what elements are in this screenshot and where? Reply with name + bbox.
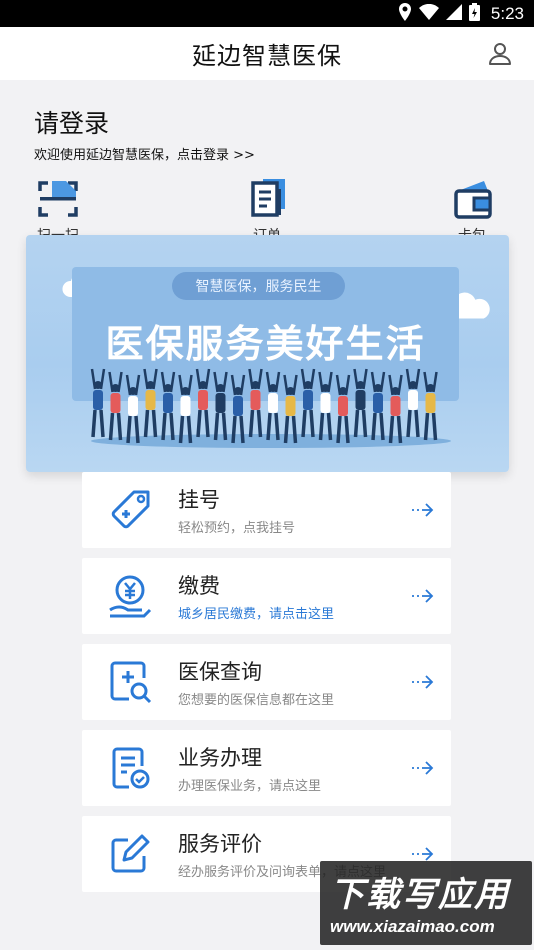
person-figure xyxy=(283,374,298,444)
banner-tag: 智慧医保，服务民生 xyxy=(172,272,345,300)
login-subtitle[interactable]: 欢迎使用延边智慧医保，点击登录 >> xyxy=(34,144,255,163)
wifi-icon xyxy=(418,3,439,24)
menu-card-subtitle: 城乡居民缴费，请点击这里 xyxy=(178,607,335,622)
person-figure xyxy=(178,374,193,444)
person-figure xyxy=(265,371,281,441)
arrow-right-icon xyxy=(411,584,435,608)
scan-icon xyxy=(36,177,80,221)
menu-card-payment[interactable]: 缴费 城乡居民缴费，请点击这里 xyxy=(82,558,451,634)
wallet-icon xyxy=(450,177,494,221)
order-icon xyxy=(245,177,289,221)
tag-icon xyxy=(106,486,154,534)
person-figure xyxy=(195,368,211,438)
person-figure xyxy=(248,368,263,438)
login-section[interactable]: 请登录 欢迎使用延边智慧医保，点击登录 >> xyxy=(34,104,255,163)
menu-card-title: 服务评价 xyxy=(178,832,262,856)
quick-action-scan[interactable]: 扫一扫 xyxy=(28,177,88,244)
menu-card-insurance-query[interactable]: 医保查询 您想要的医保信息都在这里 xyxy=(82,644,451,720)
person-figure xyxy=(108,371,123,441)
person-figure xyxy=(300,368,316,438)
watermark-url: www.xiazaimao.com xyxy=(330,917,495,936)
menu-card-title: 医保查询 xyxy=(178,660,262,684)
person-figure xyxy=(388,374,403,444)
person-figure xyxy=(230,374,246,444)
menu-card-title: 缴费 xyxy=(178,574,220,598)
menu-card-title: 挂号 xyxy=(178,488,220,512)
person-figure xyxy=(213,371,228,441)
app-bar: 延边智慧医保 xyxy=(0,27,534,80)
document-check-icon xyxy=(106,744,154,792)
status-time: 5:23 xyxy=(490,3,524,23)
battery-icon xyxy=(468,2,480,25)
menu-card-subtitle: 您想要的医保信息都在这里 xyxy=(178,693,335,708)
arrow-right-icon xyxy=(411,498,435,522)
watermark: 下载写应用 www.xiazaimao.com xyxy=(320,861,532,945)
person-figure xyxy=(370,371,386,441)
user-icon[interactable] xyxy=(486,40,514,68)
search-record-icon xyxy=(106,658,154,706)
banner-headline: 医保服务美好生活 xyxy=(105,322,426,366)
menu-card-title: 业务办理 xyxy=(178,746,262,770)
payment-icon xyxy=(106,572,154,620)
person-figure xyxy=(353,368,368,438)
edit-icon xyxy=(106,830,154,878)
page-title: 延边智慧医保 xyxy=(192,42,342,70)
arrow-right-icon xyxy=(411,670,435,694)
watermark-title: 下载写应用 xyxy=(330,875,510,915)
menu-card-business[interactable]: 业务办理 办理医保业务，请点这里 xyxy=(82,730,451,806)
person-figure xyxy=(335,374,351,444)
person-figure xyxy=(423,371,438,441)
person-figure xyxy=(160,371,176,441)
quick-action-wallet[interactable]: 卡包 xyxy=(442,177,502,244)
menu-card-subtitle: 办理医保业务，请点这里 xyxy=(178,779,322,794)
person-figure xyxy=(318,371,333,441)
arrow-right-icon xyxy=(411,756,435,780)
person-figure xyxy=(90,368,106,438)
signal-icon xyxy=(445,3,462,24)
quick-action-order[interactable]: 订单 xyxy=(237,177,297,244)
person-figure xyxy=(125,374,141,444)
person-figure xyxy=(143,368,158,438)
menu-card-subtitle: 轻松预约，点我挂号 xyxy=(178,521,296,536)
status-bar: 5:23 xyxy=(0,0,534,27)
crowd-illustration xyxy=(90,368,451,448)
menu-card-register[interactable]: 挂号 轻松预约，点我挂号 xyxy=(82,472,451,548)
person-figure xyxy=(405,368,421,438)
location-icon xyxy=(398,2,412,25)
login-title[interactable]: 请登录 xyxy=(34,104,255,140)
promo-banner[interactable]: 智慧医保，服务民生 医保服务美好生活 xyxy=(26,235,509,472)
